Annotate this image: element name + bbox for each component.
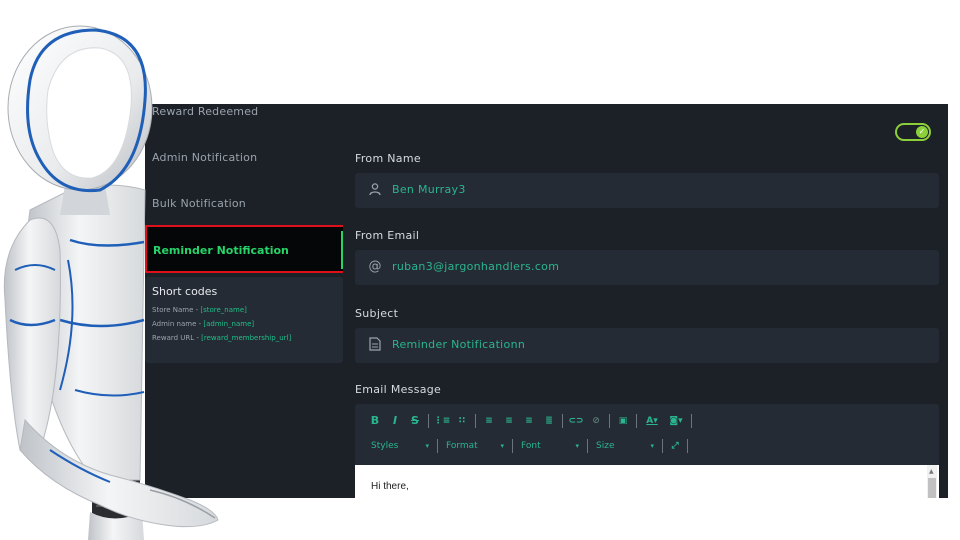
enable-toggle[interactable]: ✓: [895, 123, 931, 141]
rich-text-editor: B I S ⋮≡ ∷ ≡ ≡ ≡ ≣ ⊂⊃ ⊘ ▣ A▾ ◙▾ Styles ▾…: [355, 404, 939, 498]
scroll-up-icon[interactable]: ▲: [929, 468, 934, 475]
bold-button[interactable]: B: [365, 413, 385, 429]
chevron-down-icon: ▾: [650, 442, 654, 450]
link-icon[interactable]: ⊂⊃: [566, 413, 586, 429]
background-color-icon[interactable]: ◙▾: [664, 413, 688, 429]
document-icon: [367, 337, 383, 353]
check-icon: ✓: [916, 126, 928, 138]
size-dropdown[interactable]: Size ▾: [590, 438, 660, 454]
toolbar-separator: [662, 439, 663, 453]
editor-toolbar-row-1: B I S ⋮≡ ∷ ≡ ≡ ≡ ≣ ⊂⊃ ⊘ ▣ A▾ ◙▾: [365, 413, 695, 429]
from-name-label: From Name: [355, 152, 421, 165]
maximize-icon[interactable]: ⤢: [665, 438, 685, 454]
email-message-label: Email Message: [355, 383, 442, 396]
notification-settings-panel: Reward Redeemed Admin Notification Bulk …: [145, 104, 948, 498]
format-dropdown[interactable]: Format ▾: [440, 438, 510, 454]
strikethrough-button[interactable]: S: [405, 413, 425, 429]
numbered-list-icon[interactable]: ⋮≡: [432, 413, 452, 429]
bullet-list-icon[interactable]: ∷: [452, 413, 472, 429]
scrollbar-thumb[interactable]: [928, 478, 936, 498]
align-justify-icon[interactable]: ≣: [539, 413, 559, 429]
from-email-label: From Email: [355, 229, 420, 242]
align-right-icon[interactable]: ≡: [519, 413, 539, 429]
align-left-icon[interactable]: ≡: [479, 413, 499, 429]
toolbar-separator: [562, 414, 563, 428]
text-color-icon[interactable]: A▾: [640, 413, 664, 429]
at-icon: @: [368, 259, 382, 274]
email-message-text: Hi there,: [371, 481, 409, 492]
toolbar-separator: [636, 414, 637, 428]
font-dropdown[interactable]: Font ▾: [515, 438, 585, 454]
italic-button[interactable]: I: [385, 413, 405, 429]
toolbar-separator: [691, 414, 692, 428]
editor-toolbar-row-2: Styles ▾ Format ▾ Font ▾ Size ▾ ⤢: [365, 438, 690, 454]
subject-value: Reminder Notificationn: [392, 338, 526, 351]
unlink-icon[interactable]: ⊘: [586, 413, 606, 429]
stage: Reward Redeemed Admin Notification Bulk …: [0, 0, 960, 540]
editor-scrollbar[interactable]: ▲: [927, 465, 937, 498]
from-name-value: Ben Murray3: [392, 183, 466, 196]
toolbar-separator: [587, 439, 588, 453]
image-icon[interactable]: ▣: [613, 413, 633, 429]
toolbar-separator: [512, 439, 513, 453]
align-center-icon[interactable]: ≡: [499, 413, 519, 429]
chevron-down-icon: ▾: [425, 442, 429, 450]
from-email-field[interactable]: @ ruban3@jargonhandlers.com: [355, 250, 939, 285]
subject-label: Subject: [355, 307, 399, 320]
toolbar-separator: [428, 414, 429, 428]
email-message-content[interactable]: Hi there, ▲: [355, 465, 939, 498]
toolbar-separator: [687, 439, 688, 453]
user-icon: [367, 182, 383, 198]
chevron-down-icon: ▾: [575, 442, 579, 450]
robot-mascot-illustration: [3, 25, 219, 540]
styles-dropdown[interactable]: Styles ▾: [365, 438, 435, 454]
toolbar-separator: [437, 439, 438, 453]
from-email-value: ruban3@jargonhandlers.com: [392, 260, 560, 273]
toolbar-separator: [475, 414, 476, 428]
subject-field[interactable]: Reminder Notificationn: [355, 328, 939, 363]
main-form: ✓ From Name Ben Murray3 From Email @ rub…: [343, 104, 948, 498]
toolbar-separator: [609, 414, 610, 428]
chevron-down-icon: ▾: [500, 442, 504, 450]
from-name-field[interactable]: Ben Murray3: [355, 173, 939, 208]
